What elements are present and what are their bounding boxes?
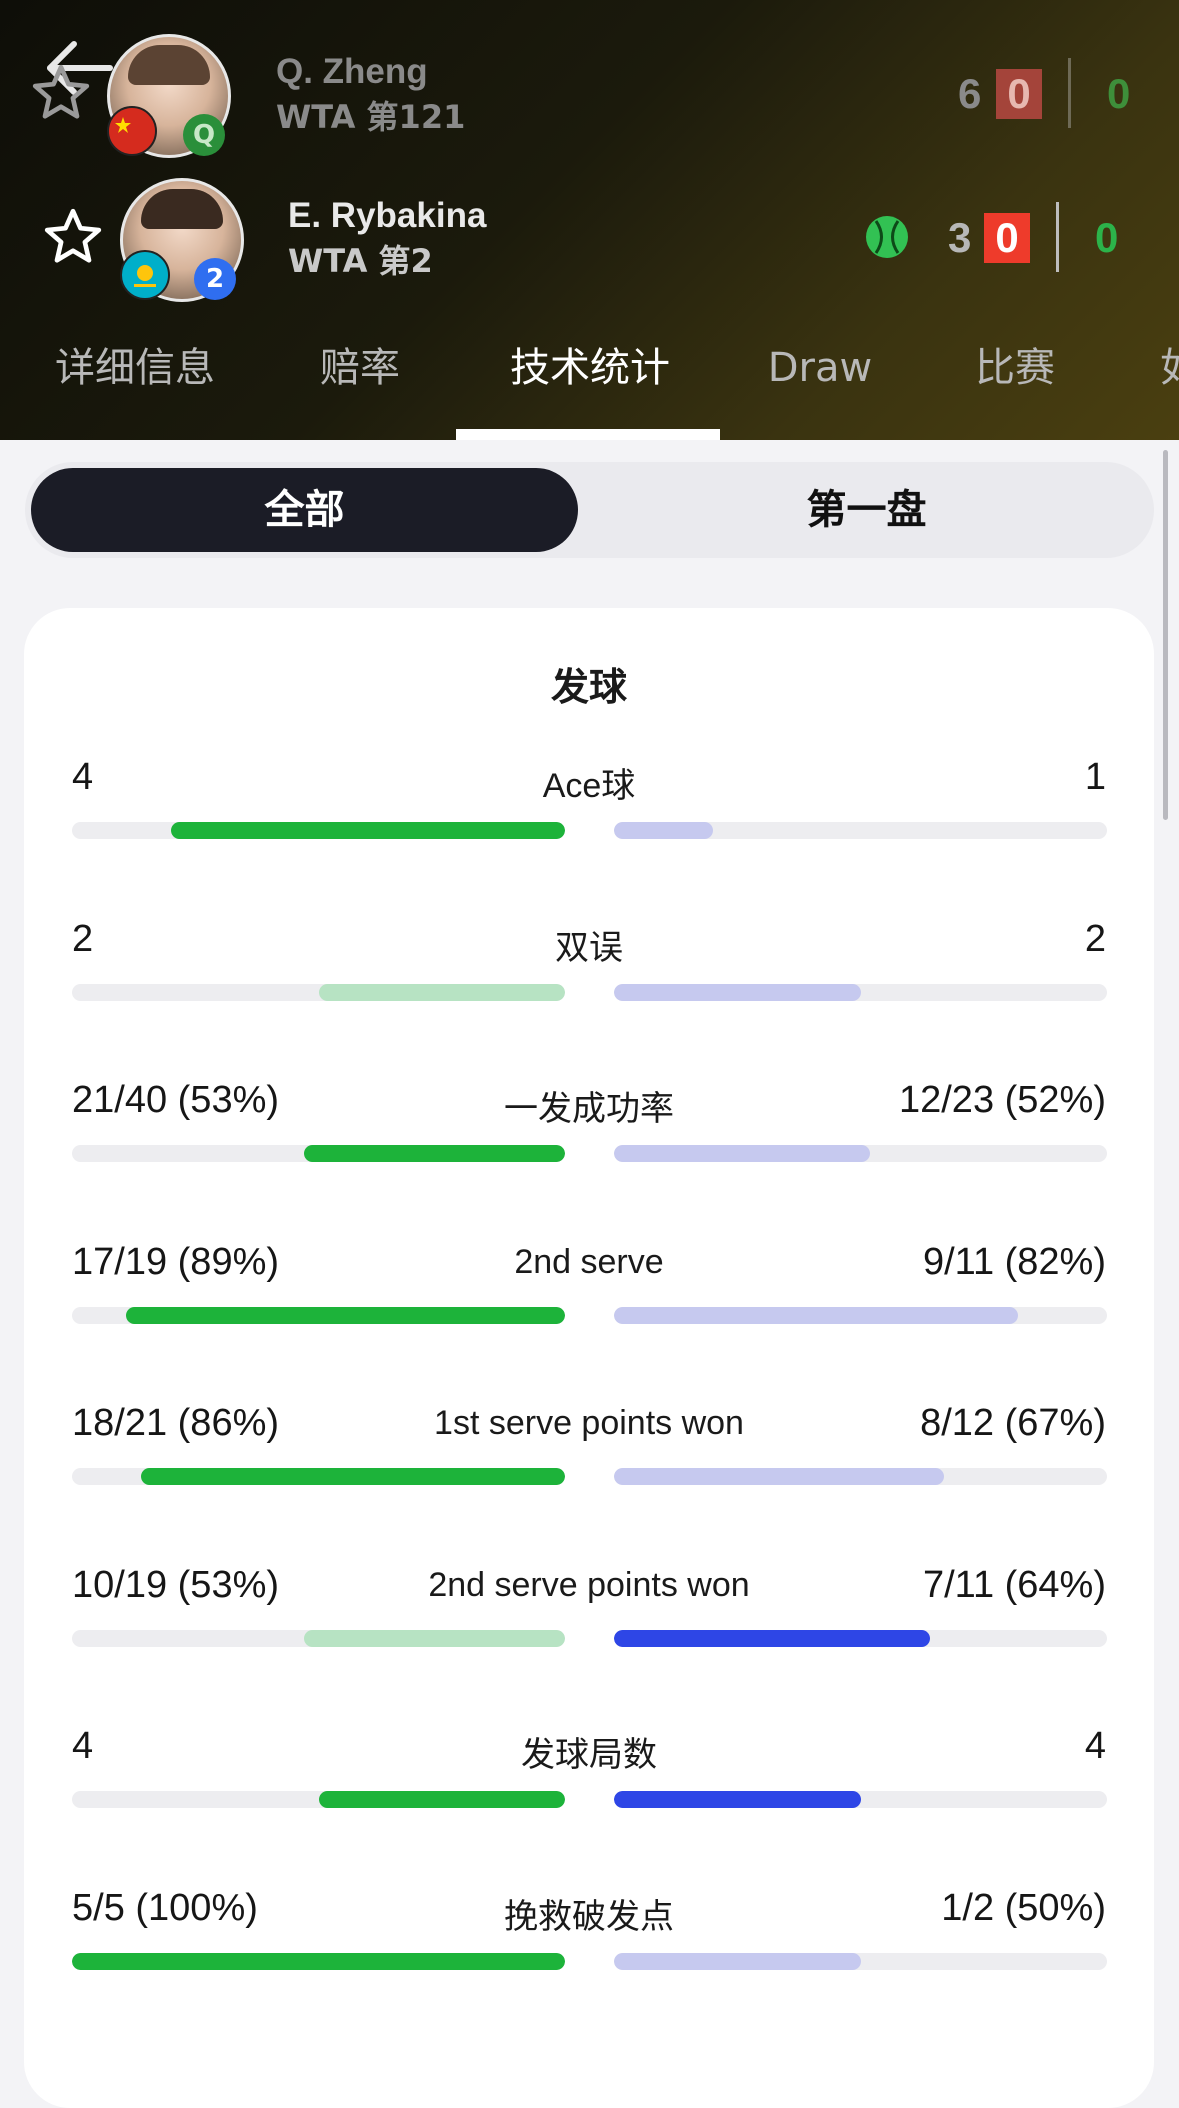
serving-ball-icon	[866, 216, 908, 258]
stat-right-bar-fill	[614, 1145, 871, 1162]
player2-name[interactable]: E. Rybakina	[288, 196, 486, 236]
tab-statistics[interactable]: 技术统计	[470, 330, 710, 440]
stat-right-bar-fill	[614, 1629, 930, 1647]
stat-right-bar	[614, 1952, 1107, 1970]
stat-left-bar	[72, 822, 565, 839]
stat-right-value: 9/11 (82%)	[922, 1240, 1106, 1283]
period-segmented-control: 全部 第一盘	[25, 462, 1154, 558]
stat-right-bar-fill	[614, 1468, 945, 1485]
stat-right-bar	[614, 822, 1107, 839]
tab-details[interactable]: 详细信息	[30, 330, 240, 440]
tab-odds[interactable]: 赔率	[300, 330, 420, 440]
player1-game-score: 0	[996, 69, 1042, 119]
stat-right-value: 8/12 (67%)	[920, 1402, 1106, 1444]
stat-left-bar	[72, 1629, 565, 1647]
stat-right-value: 1	[1084, 756, 1106, 798]
stat-left-bar-fill	[303, 1629, 565, 1647]
stat-left-bar-fill	[126, 1306, 565, 1324]
stat-left-bar	[72, 1791, 565, 1808]
score-divider	[1068, 58, 1071, 128]
stat-right-bar	[614, 983, 1107, 1001]
stat-row-double-faults: 2 双误 2	[24, 918, 1154, 1038]
active-tab-indicator	[456, 429, 720, 440]
player1-rank: WTA 第121	[276, 98, 466, 136]
match-header: Q Q. Zheng WTA 第121 6 0 0 2 E. Rybakina …	[0, 0, 1179, 440]
stat-left-bar-fill	[72, 1952, 565, 1970]
stat-right-value: 12/23 (52%)	[898, 1079, 1106, 1121]
stat-row-break-points-saved: 5/5 (100%) 挽救破发点 1/2 (50%)	[24, 1887, 1154, 2007]
player2-rank: WTA 第2	[288, 242, 433, 280]
stat-right-bar-fill	[614, 822, 713, 839]
stat-label: 双误	[555, 928, 623, 967]
stat-right-value: 1/2 (50%)	[941, 1886, 1106, 1929]
stat-left-bar-fill	[170, 822, 565, 839]
stat-row-second-serve: 17/19 (89%) 2nd serve 9/11 (82%)	[24, 1241, 1154, 1361]
stat-right-bar	[614, 1145, 1107, 1162]
stat-left-bar	[72, 1306, 565, 1324]
player2-game-score: 0	[984, 213, 1030, 263]
stat-label: Ace球	[542, 767, 636, 805]
stat-right-value: 7/11 (64%)	[922, 1563, 1106, 1606]
tab-matches[interactable]: 比赛	[955, 330, 1075, 440]
stat-right-bar	[614, 1791, 1107, 1808]
player2-set-score: 3	[948, 214, 972, 261]
china-flag-icon	[107, 106, 157, 156]
player1-name[interactable]: Q. Zheng	[276, 52, 428, 92]
player2-point-score: 0	[1095, 214, 1119, 261]
serve-stats-card: 发球 4 Ace球 1 2 双误 2 21/40 (53%) 一发成功率 12/23 (52%)…	[24, 608, 1154, 2108]
segment-all[interactable]: 全部	[31, 468, 578, 552]
stat-row-second-serve-points-won: 10/19 (53%) 2nd serve points won 7/11 (64%…	[24, 1564, 1154, 1684]
stat-left-bar	[72, 983, 565, 1001]
stat-right-value: 4	[1084, 1725, 1106, 1767]
tab-more[interactable]: 如	[1160, 330, 1179, 440]
player1-point-score: 0	[1107, 70, 1131, 117]
stat-left-bar-fill	[318, 983, 565, 1001]
stat-right-value: 2	[1084, 917, 1106, 960]
stat-row-first-serve-points-won: 18/21 (86%) 1st serve points won 8/12 (67%…	[24, 1402, 1154, 1522]
player1-score: 6 0 0	[950, 58, 1150, 128]
stat-label: 发球局数	[521, 1736, 657, 1774]
favorite-star-icon[interactable]	[42, 206, 104, 268]
stat-left-bar	[72, 1952, 565, 1970]
qualifier-badge: Q	[183, 114, 225, 156]
stat-row-aces: 4 Ace球 1	[24, 756, 1154, 876]
stat-right-bar-fill	[614, 1952, 861, 1970]
tab-bar: 详细信息 赔率 技术统计 Draw 比赛 如	[0, 330, 1179, 440]
section-title: 发球	[550, 665, 627, 709]
stat-left-bar	[72, 1145, 565, 1162]
stat-right-bar	[614, 1468, 1107, 1485]
stat-right-bar	[614, 1629, 1107, 1647]
tab-draw[interactable]: Draw	[760, 330, 880, 440]
stat-row-service-games: 4 发球局数 4	[24, 1725, 1154, 1845]
scrollbar[interactable]	[1163, 450, 1168, 820]
stat-right-bar-fill	[614, 1306, 1019, 1324]
favorite-star-icon[interactable]	[30, 62, 92, 124]
stat-right-bar-fill	[614, 983, 861, 1001]
stat-left-bar-fill	[141, 1468, 565, 1485]
stat-left-bar-fill	[318, 1791, 565, 1808]
score-divider	[1056, 202, 1059, 272]
player1-set-score: 6	[958, 70, 982, 117]
kazakhstan-flag-icon	[120, 250, 170, 300]
segment-set1[interactable]: 第一盘	[585, 468, 1148, 552]
stat-right-bar	[614, 1306, 1107, 1324]
seed-badge: 2	[194, 258, 236, 300]
player2-score: 3 0 0	[940, 202, 1140, 272]
stat-row-first-serve-pct: 21/40 (53%) 一发成功率 12/23 (52%)	[24, 1079, 1154, 1199]
stat-left-bar-fill	[303, 1145, 565, 1162]
stat-right-bar-fill	[614, 1791, 861, 1808]
stat-left-bar	[72, 1468, 565, 1485]
